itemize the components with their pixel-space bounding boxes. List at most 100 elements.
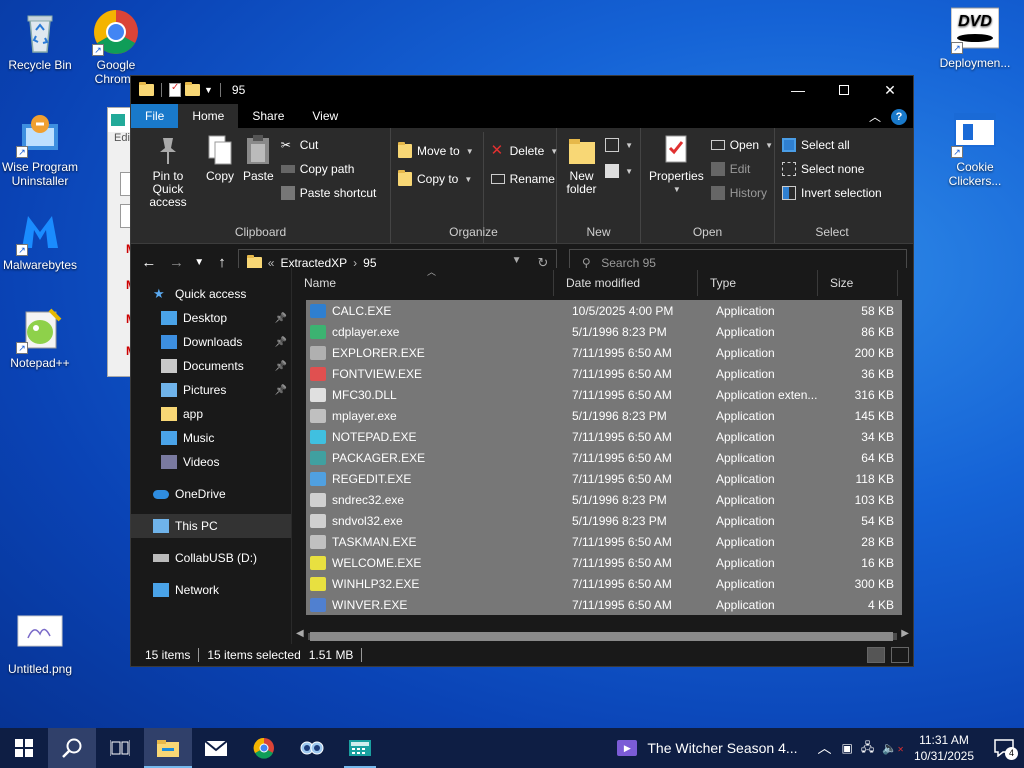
file-row[interactable]: sndrec32.exe 5/1/1996 8:23 PM Application 1…	[306, 489, 902, 510]
select-none-button[interactable]: Select none	[779, 158, 885, 180]
new-folder-qat-icon[interactable]	[185, 82, 200, 96]
file-row[interactable]: mplayer.exe 5/1/1996 8:23 PM Application 14…	[306, 405, 902, 426]
volume-muted-icon[interactable]: 🔈✕	[882, 741, 904, 755]
rename-button[interactable]: Rename	[488, 168, 562, 190]
horizontal-scrollbar[interactable]: ◀ ▶	[292, 626, 913, 644]
large-icons-view-button[interactable]	[891, 647, 909, 663]
search-button[interactable]	[48, 728, 96, 768]
notification-center-button[interactable]: 4	[984, 728, 1024, 768]
file-row[interactable]: CALC.EXE 10/5/2025 4:00 PM Application 58 K…	[306, 300, 902, 321]
column-type[interactable]: Type	[698, 270, 818, 296]
network-status-icon[interactable]: 🖧	[861, 738, 874, 759]
start-button[interactable]	[0, 728, 48, 768]
collapse-ribbon-icon[interactable]: ︿	[869, 108, 881, 125]
desktop-icon-notepadpp[interactable]: ↗ Notepad++	[0, 306, 80, 370]
edit-button[interactable]: Edit	[708, 158, 776, 180]
file-list[interactable]: ︿ Name Date modified Type Size CALC.EXE 1…	[291, 267, 913, 644]
history-button[interactable]: History	[708, 182, 776, 204]
file-row[interactable]: WINHLP32.EXE 7/11/1995 6:50 AM Application…	[306, 573, 902, 594]
nav-item-quick-access[interactable]: ★ Quick access	[131, 282, 291, 306]
desktop-icon-cookie-clickers[interactable]: ↗ Cookie Clickers...	[935, 110, 1015, 188]
file-date: 7/11/1995 6:50 AM	[572, 345, 672, 360]
minimize-button[interactable]: —	[775, 76, 821, 104]
open-button[interactable]: Open ▼	[708, 134, 776, 156]
copy-path-icon	[280, 165, 295, 173]
meet-now-icon[interactable]: ▣	[842, 741, 853, 755]
details-view-button[interactable]	[867, 647, 885, 663]
tab-file[interactable]: File	[131, 104, 179, 128]
cut-button[interactable]: ✂ Cut	[278, 134, 380, 156]
file-row[interactable]: TASKMAN.EXE 7/11/1995 6:50 AM Application 2…	[306, 531, 902, 552]
quick-access-toolbar: ▼	[131, 82, 224, 97]
desktop-icon-deployment[interactable]: DVD ↗ Deploymen...	[935, 6, 1015, 70]
nav-item-downloads[interactable]: Downloads 📌	[131, 330, 291, 354]
file-row[interactable]: cdplayer.exe 5/1/1996 8:23 PM Application 8…	[306, 321, 902, 342]
maximize-button[interactable]	[821, 76, 867, 104]
new-item-button[interactable]: ▼	[602, 134, 636, 156]
copy-to-button[interactable]: Copy to ▼	[395, 168, 477, 190]
scroll-left-icon[interactable]: ◀	[296, 628, 304, 639]
scroll-right-icon[interactable]: ▶	[901, 628, 909, 639]
nav-item-onedrive[interactable]: OneDrive	[131, 482, 291, 506]
group-label-organize: Organize	[449, 225, 498, 239]
show-hidden-icons-icon[interactable]: ︿	[818, 738, 832, 758]
file-row[interactable]: FONTVIEW.EXE 7/11/1995 6:50 AM Application…	[306, 363, 902, 384]
file-type: Application	[716, 555, 775, 570]
invert-selection-button[interactable]: Invert selection	[779, 182, 885, 204]
media-widget[interactable]: ▶ The Witcher Season 4...	[617, 740, 798, 756]
select-all-button[interactable]: Select all	[779, 134, 885, 156]
taskbar-mail[interactable]	[192, 728, 240, 768]
qat-dropdown-icon[interactable]: ▼	[204, 85, 213, 95]
column-name[interactable]: Name	[292, 270, 554, 296]
move-to-button[interactable]: Move to ▼	[395, 140, 477, 162]
file-row[interactable]: EXPLORER.EXE 7/11/1995 6:50 AM Application…	[306, 342, 902, 363]
title-bar[interactable]: ▼ 95 — ✕	[131, 76, 913, 104]
tab-view[interactable]: View	[298, 104, 352, 128]
desktop-icon-malwarebytes[interactable]: ↗ Malwarebytes	[0, 208, 80, 272]
desktop-icon-recycle-bin[interactable]: Recycle Bin	[0, 8, 80, 72]
desktop-icon-wise-uninstaller[interactable]: ↗ Wise Program Uninstaller	[0, 110, 80, 188]
taskbar-app-calculator[interactable]	[336, 728, 384, 768]
taskbar-chrome[interactable]	[240, 728, 288, 768]
nav-item-app[interactable]: app	[131, 402, 291, 426]
clock[interactable]: 11:31 AM 10/31/2025	[914, 732, 974, 764]
nav-item-desktop[interactable]: Desktop 📌	[131, 306, 291, 330]
notepadpp-icon: ↗	[16, 306, 64, 354]
close-button[interactable]: ✕	[867, 76, 913, 104]
file-row[interactable]: PACKAGER.EXE 7/11/1995 6:50 AM Application…	[306, 447, 902, 468]
background-window[interactable]: Edi M M M M	[107, 107, 136, 377]
column-date-modified[interactable]: Date modified	[554, 270, 698, 296]
file-name: sndrec32.exe	[332, 492, 405, 507]
tab-home[interactable]: Home	[178, 104, 239, 128]
delete-button[interactable]: ✕ Delete ▼	[488, 140, 562, 162]
nav-item-pictures[interactable]: Pictures 📌	[131, 378, 291, 402]
file-row[interactable]: WELCOME.EXE 7/11/1995 6:50 AM Application 1…	[306, 552, 902, 573]
nav-item-this-pc[interactable]: This PC	[131, 514, 291, 538]
scrollbar-thumb[interactable]	[310, 632, 893, 641]
file-size: 200 KB	[854, 345, 894, 360]
paste-shortcut-button[interactable]: Paste shortcut	[278, 182, 380, 204]
taskbar-app-binoculars[interactable]	[288, 728, 336, 768]
file-row[interactable]: MFC30.DLL 7/11/1995 6:50 AM Application ex…	[306, 384, 902, 405]
desktop-icon-untitled-png[interactable]: Untitled.png	[0, 612, 80, 676]
easy-access-button[interactable]: ▼	[602, 160, 636, 182]
navigation-pane[interactable]: ★ Quick access Desktop 📌 Downloads 📌 Documents…	[131, 268, 291, 644]
nav-item-documents[interactable]: Documents 📌	[131, 354, 291, 378]
properties-qat-icon[interactable]	[169, 82, 181, 97]
tab-share[interactable]: Share	[238, 104, 298, 128]
nav-item-music[interactable]: Music	[131, 426, 291, 450]
taskbar-file-explorer[interactable]	[144, 728, 192, 768]
file-row[interactable]: sndvol32.exe 5/1/1996 8:23 PM Application 5…	[306, 510, 902, 531]
nav-item-collabusb-d[interactable]: CollabUSB (D:)	[131, 546, 291, 570]
help-icon[interactable]: ?	[891, 108, 907, 125]
recent-locations-icon[interactable]: ▼	[192, 257, 206, 268]
file-explorer-window[interactable]: ▼ 95 — ✕ File Home Share View ︿ ? Pin to…	[130, 75, 914, 667]
nav-item-videos[interactable]: Videos	[131, 450, 291, 474]
copy-path-button[interactable]: Copy path	[278, 158, 380, 180]
file-row[interactable]: REGEDIT.EXE 7/11/1995 6:50 AM Application 1…	[306, 468, 902, 489]
file-row[interactable]: NOTEPAD.EXE 7/11/1995 6:50 AM Application 3…	[306, 426, 902, 447]
task-view-button[interactable]	[96, 728, 144, 768]
nav-item-network[interactable]: Network	[131, 578, 291, 602]
file-row[interactable]: WINVER.EXE 7/11/1995 6:50 AM Application 4 …	[306, 594, 902, 615]
column-size[interactable]: Size	[818, 270, 898, 296]
